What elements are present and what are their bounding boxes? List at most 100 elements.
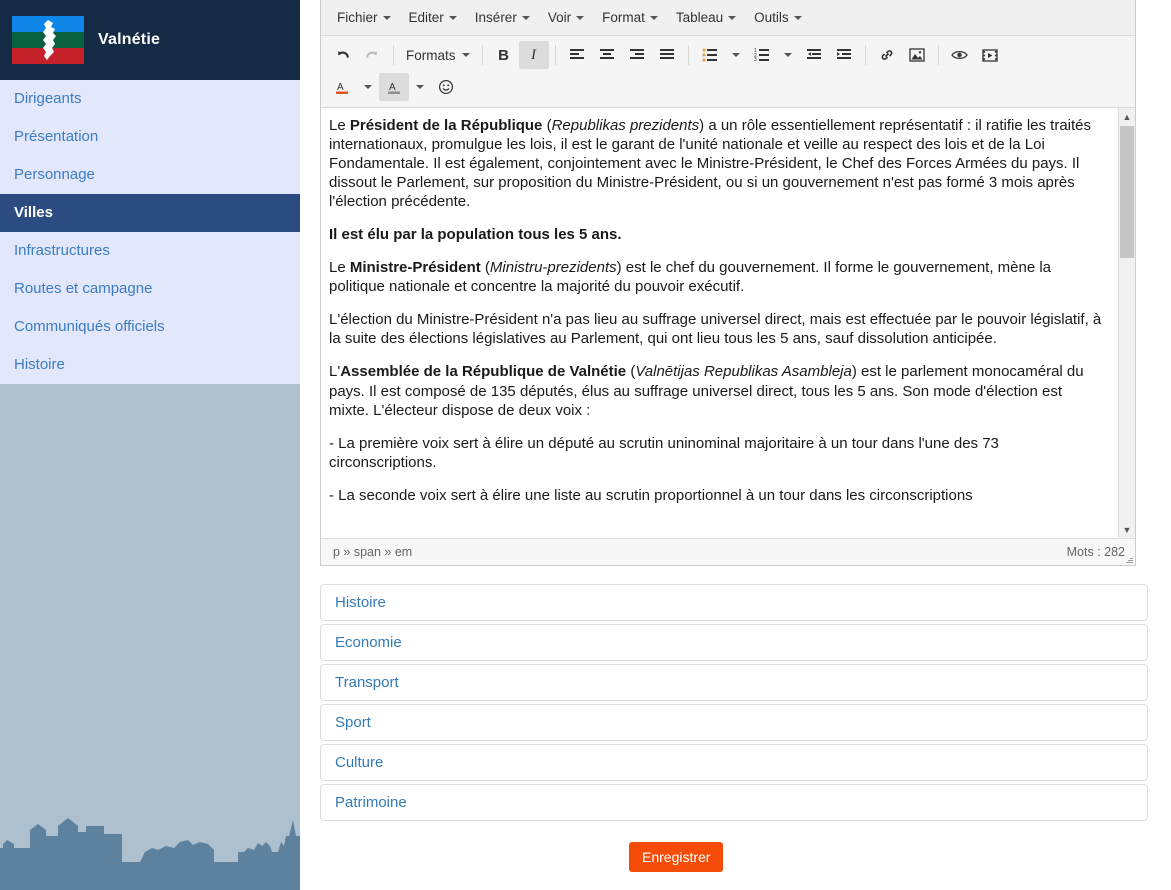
preview-eye-icon[interactable] bbox=[945, 41, 975, 69]
editor-paragraph: L'Assemblée de la République de Valnétie… bbox=[329, 362, 1104, 419]
text-run: - La seconde voix sert à élire une liste… bbox=[329, 486, 973, 504]
editor-statusbar: p » span » em Mots : 282 bbox=[321, 538, 1135, 565]
sidebar-item-presentation[interactable]: Présentation bbox=[0, 118, 300, 156]
bullet-list-dropdown[interactable] bbox=[725, 41, 747, 69]
italic-run: Republikas prezidents bbox=[551, 117, 700, 134]
align-justify-icon[interactable] bbox=[652, 41, 682, 69]
accordion-item-patrimoine[interactable]: Patrimoine bbox=[320, 784, 1148, 821]
align-left-icon[interactable] bbox=[562, 41, 592, 69]
svg-text:3: 3 bbox=[754, 57, 757, 62]
outdent-icon[interactable] bbox=[799, 41, 829, 69]
media-icon[interactable] bbox=[975, 41, 1005, 69]
bold-button[interactable]: B bbox=[489, 41, 519, 69]
align-right-icon[interactable] bbox=[622, 41, 652, 69]
italic-button[interactable]: I bbox=[518, 41, 549, 69]
rich-text-editor: Fichier Editer Insérer Voir Format Table… bbox=[320, 0, 1136, 566]
text-run: L' bbox=[329, 363, 341, 381]
bold-run: Il est élu par la population tous les 5 … bbox=[329, 226, 622, 244]
sidebar-item-infrastructures[interactable]: Infrastructures bbox=[0, 232, 300, 270]
chevron-down-icon bbox=[461, 53, 470, 57]
undo-icon[interactable] bbox=[327, 41, 357, 69]
numbered-list-dropdown[interactable] bbox=[777, 41, 799, 69]
redo-icon[interactable] bbox=[357, 41, 387, 69]
scroll-down-arrow-icon[interactable]: ▼ bbox=[1119, 521, 1135, 538]
sidebar-item-communiques-officiels[interactable]: Communiqués officiels bbox=[0, 308, 300, 346]
editor-vertical-scrollbar[interactable]: ▲ ▼ bbox=[1118, 108, 1135, 538]
toolbar-divider bbox=[393, 45, 394, 65]
indent-icon[interactable] bbox=[829, 41, 859, 69]
scrollbar-thumb[interactable] bbox=[1120, 126, 1134, 258]
accordion-item-histoire[interactable]: Histoire bbox=[320, 584, 1148, 621]
chevron-down-icon bbox=[576, 15, 585, 20]
menu-fichier[interactable]: Fichier bbox=[329, 6, 399, 29]
resize-grip-icon[interactable] bbox=[1123, 554, 1133, 564]
italic-run: Valnētijas Republikas Asambleja bbox=[635, 363, 852, 381]
menu-voir-label: Voir bbox=[547, 10, 572, 25]
word-count: Mots : 282 bbox=[1066, 545, 1125, 559]
accordion-item-transport[interactable]: Transport bbox=[320, 664, 1148, 701]
toolbar-row-1: Formats B I 1 2 3 bbox=[327, 39, 1129, 71]
chevron-down-icon bbox=[793, 15, 802, 20]
svg-text:A: A bbox=[337, 82, 344, 93]
background-color-icon[interactable]: A bbox=[379, 73, 409, 101]
toolbar-divider bbox=[687, 45, 689, 65]
editor-document[interactable]: Le Président de la République (Republika… bbox=[321, 108, 1118, 538]
editor-menubar: Fichier Editer Insérer Voir Format Table… bbox=[321, 0, 1135, 36]
sidebar-brand[interactable]: Valnétie bbox=[0, 0, 300, 80]
formats-dropdown[interactable]: Formats bbox=[400, 44, 476, 67]
save-button[interactable]: Enregistrer bbox=[629, 842, 724, 872]
chevron-down-icon bbox=[416, 85, 424, 89]
chevron-down-icon bbox=[521, 15, 530, 20]
menu-voir[interactable]: Voir bbox=[540, 6, 592, 29]
chevron-down-icon bbox=[448, 15, 457, 20]
accordion-item-economie[interactable]: Economie bbox=[320, 624, 1148, 661]
section-accordion: Histoire Economie Transport Sport Cultur… bbox=[320, 584, 1148, 824]
sidebar-item-villes[interactable]: Villes bbox=[0, 194, 300, 232]
text-color-icon[interactable]: A bbox=[327, 73, 357, 101]
text-run: ( bbox=[542, 117, 552, 134]
accordion-item-culture[interactable]: Culture bbox=[320, 744, 1148, 781]
sidebar-item-histoire[interactable]: Histoire bbox=[0, 346, 300, 384]
editor-paragraph: Il est élu par la population tous les 5 … bbox=[329, 225, 1104, 244]
brand-title: Valnétie bbox=[98, 31, 161, 48]
menu-fichier-label: Fichier bbox=[337, 10, 378, 25]
text-run: Le bbox=[329, 117, 350, 134]
align-center-icon[interactable] bbox=[592, 41, 622, 69]
toolbar-divider bbox=[864, 45, 866, 65]
toolbar-divider bbox=[554, 45, 556, 65]
sidebar: Valnétie Dirigeants Présentation Personn… bbox=[0, 0, 300, 890]
numbered-list-icon[interactable]: 123 bbox=[747, 41, 777, 69]
menu-tableau[interactable]: Tableau bbox=[668, 6, 744, 29]
link-icon[interactable] bbox=[872, 41, 902, 69]
image-icon[interactable] bbox=[902, 41, 932, 69]
editor-paragraph: - La première voix sert à élire un déput… bbox=[329, 434, 1104, 472]
bold-run: Assemblée de la République de Valnétie bbox=[340, 363, 627, 381]
scroll-up-arrow-icon[interactable]: ▲ bbox=[1119, 108, 1135, 125]
text-run: ( bbox=[626, 363, 636, 381]
city-skyline-illustration bbox=[0, 818, 300, 890]
menu-outils[interactable]: Outils bbox=[746, 6, 810, 29]
element-path[interactable]: p » span » em bbox=[333, 545, 412, 559]
menu-format-label: Format bbox=[602, 10, 645, 25]
text-run: ( bbox=[480, 259, 490, 277]
emoticon-icon[interactable] bbox=[431, 73, 461, 101]
sidebar-item-routes-et-campagne[interactable]: Routes et campagne bbox=[0, 270, 300, 308]
sidebar-item-dirigeants[interactable]: Dirigeants bbox=[0, 80, 300, 118]
editor-toolbar: Formats B I 1 2 3 A A bbox=[321, 36, 1135, 108]
italic-run: Ministru-prezidents bbox=[489, 259, 617, 277]
menu-inserer[interactable]: Insérer bbox=[467, 6, 538, 29]
menu-outils-label: Outils bbox=[754, 10, 789, 25]
menu-editer[interactable]: Editer bbox=[401, 6, 465, 29]
editor-paragraph: L'élection du Ministre-Président n'a pas… bbox=[329, 310, 1104, 348]
text-color-dropdown[interactable] bbox=[357, 73, 379, 101]
editor-paragraph: - La seconde voix sert à élire une liste… bbox=[329, 486, 1104, 505]
text-run: Le bbox=[329, 259, 350, 277]
chevron-down-icon bbox=[731, 53, 740, 57]
sidebar-item-personnage[interactable]: Personnage bbox=[0, 156, 300, 194]
background-color-dropdown[interactable] bbox=[409, 73, 431, 101]
editor-content-area[interactable]: Le Président de la République (Republika… bbox=[321, 108, 1135, 538]
menu-format[interactable]: Format bbox=[594, 6, 666, 29]
menu-tableau-label: Tableau bbox=[675, 10, 724, 25]
accordion-item-sport[interactable]: Sport bbox=[320, 704, 1148, 741]
bullet-list-icon[interactable] bbox=[695, 41, 725, 69]
